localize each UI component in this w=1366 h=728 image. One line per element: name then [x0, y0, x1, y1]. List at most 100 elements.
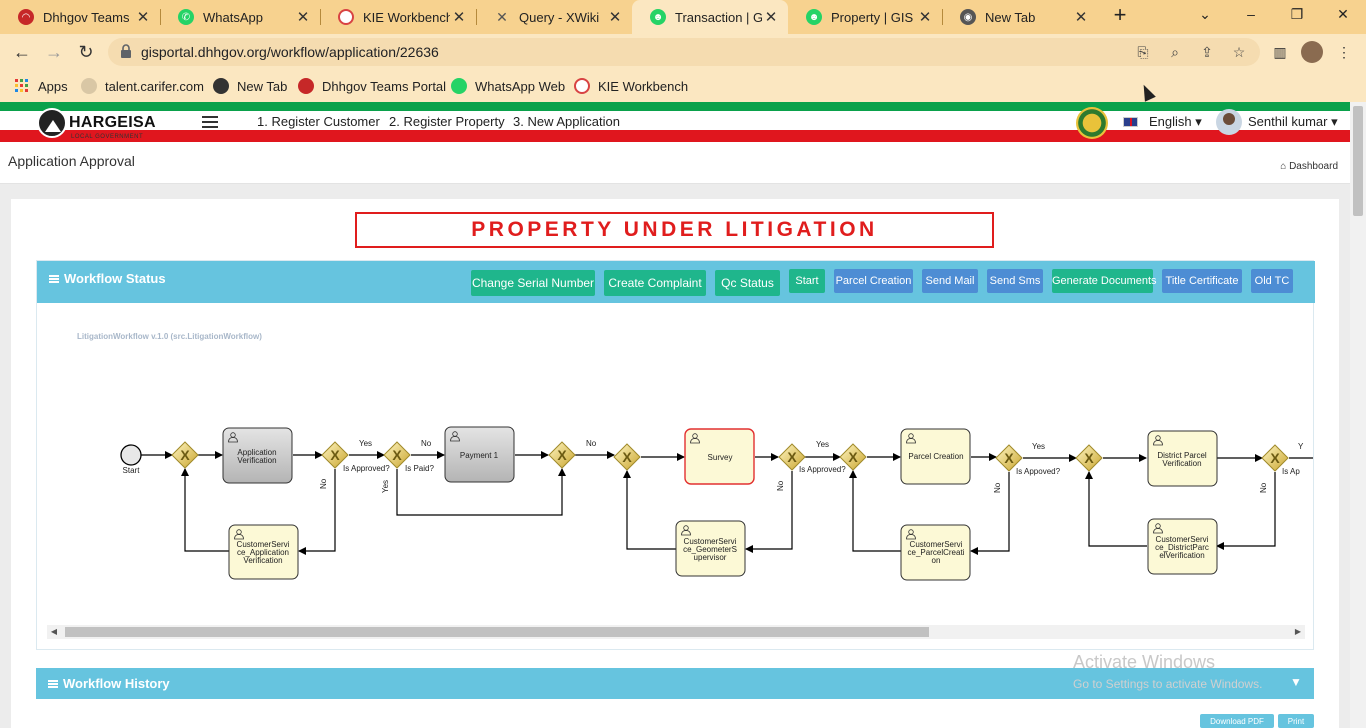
- language-dropdown[interactable]: English ▾: [1149, 114, 1202, 130]
- task-district-parcel-verification[interactable]: District Parcel Verification: [1147, 430, 1218, 487]
- bookmark-kie-workbench[interactable]: KIE Workbench: [574, 76, 688, 96]
- print-button[interactable]: Print: [1278, 714, 1314, 728]
- apps-grid-icon: [15, 79, 28, 92]
- start-label: Start: [123, 466, 141, 475]
- task-customerservice-geometer-supervisor[interactable]: CustomerServi ce_GeometerS upervisor: [675, 520, 746, 577]
- forward-arrow-icon[interactable]: →: [43, 42, 65, 62]
- user-menu-dropdown[interactable]: Senthil kumar ▾: [1248, 114, 1338, 130]
- parcel-creation-button[interactable]: Parcel Creation: [834, 269, 913, 293]
- bookmark-star-icon[interactable]: ☆: [1230, 43, 1248, 61]
- side-panel-icon[interactable]: ▥: [1271, 43, 1289, 61]
- maximize-icon[interactable]: ❐: [1287, 6, 1307, 23]
- title-certificate-button[interactable]: Title Certificate: [1162, 269, 1242, 293]
- bookmark-new-tab[interactable]: New Tab: [213, 76, 287, 96]
- download-pdf-button[interactable]: Download PDF: [1200, 714, 1274, 728]
- task-parcel-creation[interactable]: Parcel Creation: [900, 428, 971, 485]
- kie-favicon-icon: [338, 9, 354, 25]
- qc-status-button[interactable]: Qc Status: [715, 270, 780, 296]
- task-customerservice-application-verification[interactable]: CustomerServi ce_Application Verificatio…: [228, 524, 299, 580]
- gateway-x-icon: X: [1004, 450, 1014, 466]
- kebab-menu-icon[interactable]: ⋮: [1335, 43, 1353, 61]
- reload-icon[interactable]: ↻: [75, 42, 97, 62]
- profile-avatar-icon[interactable]: [1301, 41, 1323, 63]
- browser-tab-1[interactable]: ◠ Dhhgov Teams Po ✕: [0, 0, 160, 34]
- close-icon[interactable]: ✕: [134, 8, 152, 26]
- browser-address-bar: ← → ↻ gisportal.dhhgov.org/workflow/appl…: [0, 34, 1366, 70]
- window-close-icon[interactable]: ✕: [1333, 6, 1353, 23]
- task-application-verification[interactable]: Application Verification: [222, 427, 293, 484]
- browser-tab-7[interactable]: ◉ New Tab ✕: [942, 0, 1098, 34]
- new-tab-plus-icon[interactable]: +: [1109, 4, 1131, 27]
- gateway-x-icon: X: [1270, 450, 1280, 466]
- close-icon[interactable]: ✕: [294, 8, 312, 26]
- svg-text:Payment 1: Payment 1: [460, 451, 499, 460]
- litigation-banner: PROPERTY UNDER LITIGATION: [355, 212, 994, 248]
- generate-documents-button[interactable]: Generate Documents: [1052, 269, 1157, 293]
- scroll-left-arrow-icon[interactable]: ◀: [49, 627, 59, 637]
- create-complaint-button[interactable]: Create Complaint: [604, 270, 706, 296]
- gateway-x-icon: X: [330, 447, 340, 463]
- scroll-thumb[interactable]: [65, 627, 929, 637]
- bookmark-teams-portal[interactable]: Dhhgov Teams Portal: [298, 76, 446, 96]
- workflow-diagram[interactable]: LitigationWorkflow v.1.0 (src.Litigation…: [37, 303, 1313, 623]
- task-survey[interactable]: Survey: [684, 428, 755, 485]
- hamburger-menu-icon[interactable]: [202, 116, 218, 128]
- start-event[interactable]: [120, 444, 142, 466]
- page-vertical-scrollbar[interactable]: [1350, 102, 1366, 728]
- start-button[interactable]: Start: [789, 269, 825, 293]
- label-no: No: [776, 480, 785, 491]
- send-sms-button[interactable]: Send Sms: [987, 269, 1043, 293]
- label-no: No: [421, 439, 432, 448]
- hargeisa-logo[interactable]: HARGEISA LOCAL GOVERNMENT: [37, 108, 156, 140]
- change-serial-number-button[interactable]: Change Serial Number: [471, 270, 595, 296]
- whatsapp-icon: [451, 78, 467, 94]
- workflow-status-header: Workflow Status Change Serial Number Cre…: [37, 261, 1315, 303]
- label-is-appoved: Is Appoved?: [1016, 467, 1061, 476]
- browser-tab-4[interactable]: ✕ Query - XWiki ✕: [476, 0, 632, 34]
- old-tc-button[interactable]: Old TC: [1251, 269, 1293, 293]
- bookmark-whatsapp-web[interactable]: WhatsApp Web: [451, 76, 565, 96]
- diagram-horizontal-scrollbar[interactable]: ◀ ▶: [47, 625, 1305, 639]
- zoom-icon[interactable]: ⌕: [1166, 43, 1184, 61]
- nav-new-application[interactable]: 3. New Application: [513, 114, 620, 129]
- share-icon[interactable]: ⇪: [1198, 43, 1216, 61]
- minimize-icon[interactable]: –: [1241, 6, 1261, 22]
- chevron-down-icon[interactable]: ▼: [1288, 674, 1304, 690]
- close-icon[interactable]: ✕: [916, 8, 934, 26]
- svg-text:on: on: [932, 556, 941, 565]
- bookmark-talent[interactable]: talent.carifer.com: [81, 76, 204, 96]
- task-customerservice-parcel-creation[interactable]: CustomerServi ce_ParcelCreati on: [900, 524, 971, 581]
- user-avatar[interactable]: [1216, 109, 1242, 135]
- nav-register-property[interactable]: 2. Register Property: [389, 114, 505, 129]
- scroll-right-arrow-icon[interactable]: ▶: [1293, 627, 1303, 637]
- browser-tab-5[interactable]: ☻ Transaction | GIS ✕: [632, 0, 788, 34]
- label-yes: Yes: [816, 440, 829, 449]
- label-y: Y: [1298, 442, 1304, 451]
- task-customerservice-district-parcel-verification[interactable]: CustomerServi ce_DistrictParc elVerifica…: [1147, 518, 1218, 575]
- send-mail-button[interactable]: Send Mail: [922, 269, 978, 293]
- url-omnibox[interactable]: gisportal.dhhgov.org/workflow/applicatio…: [108, 38, 1260, 66]
- lock-icon: [121, 44, 131, 58]
- close-icon[interactable]: ✕: [606, 8, 624, 26]
- bookmark-apps[interactable]: Apps: [14, 76, 68, 96]
- browser-tab-2[interactable]: ✆ WhatsApp ✕: [160, 0, 320, 34]
- close-icon[interactable]: ✕: [450, 8, 468, 26]
- breadcrumb[interactable]: ⌂ Dashboard: [1280, 161, 1338, 172]
- browser-tab-3[interactable]: KIE Workbench ✕: [320, 0, 476, 34]
- translate-icon[interactable]: ⎘: [1134, 43, 1152, 61]
- close-icon[interactable]: ✕: [1072, 8, 1090, 26]
- workflow-status-panel: Workflow Status Change Serial Number Cre…: [36, 260, 1315, 650]
- bookmark-label: New Tab: [237, 78, 288, 94]
- nav-register-customer[interactable]: 1. Register Customer: [257, 114, 380, 129]
- label-is-ap: Is Ap: [1282, 467, 1300, 476]
- panel-title: Workflow Status: [64, 271, 166, 286]
- scroll-thumb[interactable]: [1353, 106, 1363, 216]
- close-icon[interactable]: ✕: [762, 8, 780, 26]
- bookmark-label: talent.carifer.com: [105, 78, 204, 94]
- back-arrow-icon[interactable]: ←: [11, 42, 33, 62]
- svg-text:Parcel Creation: Parcel Creation: [908, 452, 963, 461]
- tab-title: Query - XWiki: [519, 9, 600, 25]
- browser-tab-6[interactable]: ☻ Property | GIS Po ✕: [788, 0, 942, 34]
- tab-search-chevron-icon[interactable]: ⌄: [1195, 6, 1215, 23]
- task-payment-1[interactable]: Payment 1: [444, 426, 515, 483]
